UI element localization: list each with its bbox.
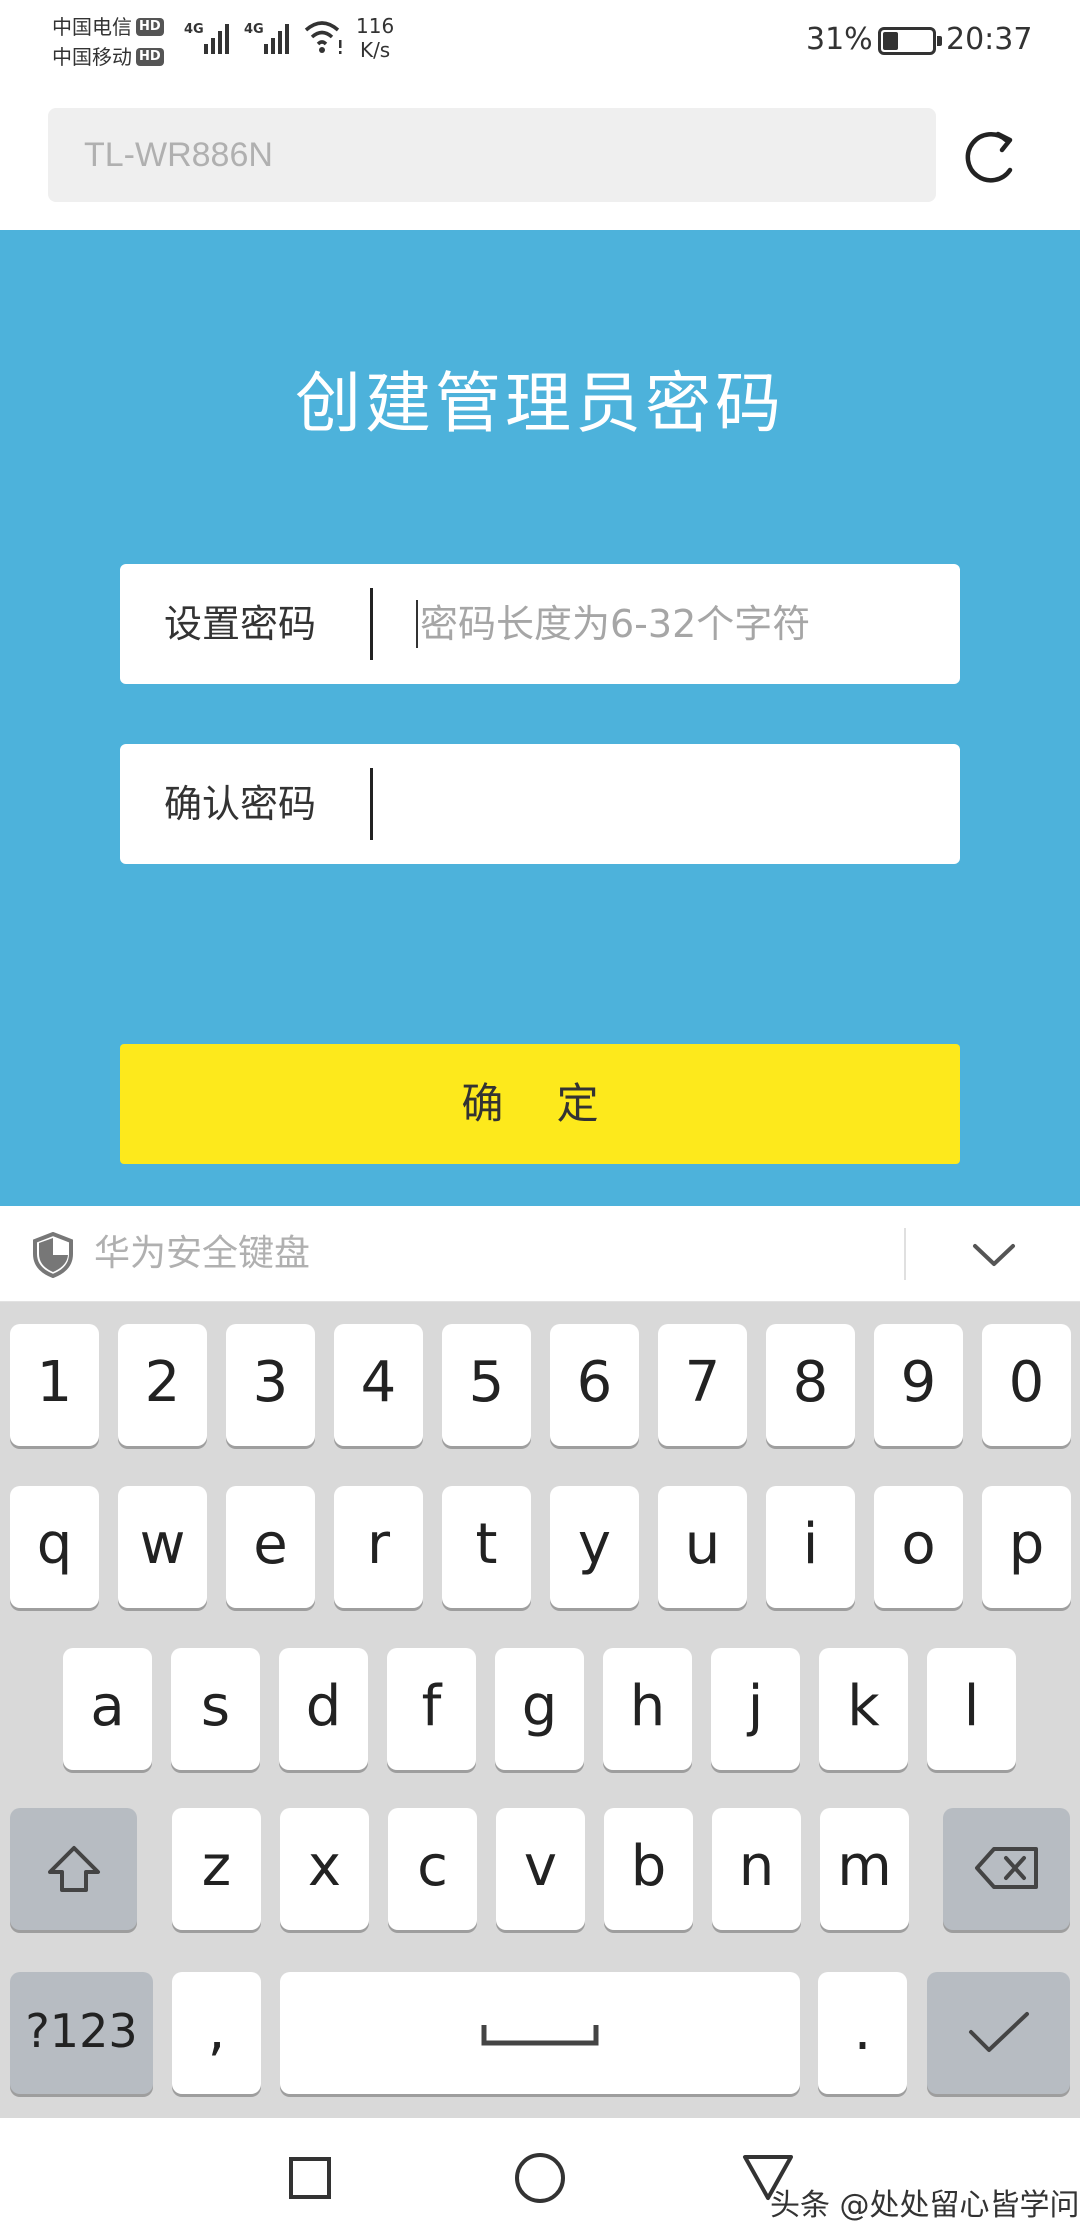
- key-j[interactable]: j: [711, 1648, 800, 1770]
- key-x[interactable]: x: [280, 1808, 369, 1930]
- battery-percent: 31%: [806, 22, 873, 57]
- key-q[interactable]: q: [10, 1486, 99, 1608]
- signal-icon: [204, 24, 229, 54]
- text-cursor: [416, 600, 418, 648]
- set-password-field[interactable]: 设置密码 密码长度为6-32个字符: [120, 564, 960, 684]
- key-z[interactable]: z: [172, 1808, 261, 1930]
- carrier-1: 中国电信: [52, 15, 132, 39]
- key-7[interactable]: 7: [658, 1324, 747, 1446]
- status-bar: 中国电信 HD 中国移动 HD 4G 4G 116 K/s 31% 20:37: [0, 0, 1080, 80]
- backspace-key[interactable]: [943, 1808, 1070, 1930]
- key-1[interactable]: 1: [10, 1324, 99, 1446]
- keyboard-name: 华为安全键盘: [94, 1233, 311, 1274]
- comma-key[interactable]: ,: [172, 1972, 261, 2094]
- clock: 20:37: [946, 22, 1033, 57]
- set-password-input[interactable]: 密码长度为6-32个字符: [420, 564, 810, 684]
- network-name-field[interactable]: TL-WR886N: [48, 108, 936, 202]
- carrier-2: 中国移动: [52, 45, 132, 69]
- key-h[interactable]: h: [603, 1648, 692, 1770]
- shield-icon: [33, 1232, 73, 1278]
- field-separator: [370, 588, 373, 660]
- wifi-icon: [304, 21, 342, 54]
- key-v[interactable]: v: [496, 1808, 585, 1930]
- shift-icon: [47, 1846, 100, 1892]
- refresh-icon[interactable]: [960, 126, 1022, 188]
- network-type-2: 4G: [244, 22, 264, 37]
- confirm-button[interactable]: 确 定: [120, 1044, 960, 1164]
- speed-value: 116: [356, 14, 395, 38]
- space-key[interactable]: [280, 1972, 800, 2094]
- key-2[interactable]: 2: [118, 1324, 207, 1446]
- key-3[interactable]: 3: [226, 1324, 315, 1446]
- shift-key[interactable]: [10, 1808, 137, 1930]
- divider: [904, 1228, 906, 1280]
- address-bar: TL-WR886N: [0, 80, 1080, 230]
- watermark: 头条 @处处留心皆学问: [770, 2188, 1080, 2223]
- field-separator: [370, 768, 373, 840]
- key-a[interactable]: a: [63, 1648, 152, 1770]
- enter-check-icon: [968, 2012, 1029, 2052]
- key-t[interactable]: t: [442, 1486, 531, 1608]
- key-e[interactable]: e: [226, 1486, 315, 1608]
- page-title: 创建管理员密码: [295, 365, 785, 442]
- battery-level: [883, 32, 898, 50]
- period-key[interactable]: .: [818, 1972, 907, 2094]
- recent-apps-icon[interactable]: [288, 2156, 332, 2200]
- network-type-1: 4G: [184, 22, 204, 37]
- key-o[interactable]: o: [874, 1486, 963, 1608]
- key-4[interactable]: 4: [334, 1324, 423, 1446]
- carrier-info: 中国电信 HD 中国移动 HD: [52, 12, 164, 72]
- key-k[interactable]: k: [819, 1648, 908, 1770]
- keyboard-header: 华为安全键盘: [0, 1206, 1080, 1302]
- key-i[interactable]: i: [766, 1486, 855, 1608]
- key-p[interactable]: p: [982, 1486, 1071, 1608]
- key-b[interactable]: b: [604, 1808, 693, 1930]
- backspace-icon: [974, 1847, 1038, 1889]
- key-0[interactable]: 0: [982, 1324, 1071, 1446]
- battery-icon: [878, 27, 942, 55]
- chevron-down-icon[interactable]: [972, 1242, 1016, 1268]
- key-8[interactable]: 8: [766, 1324, 855, 1446]
- key-6[interactable]: 6: [550, 1324, 639, 1446]
- confirm-password-field[interactable]: 确认密码: [120, 744, 960, 864]
- create-admin-password-page: 创建管理员密码 设置密码 密码长度为6-32个字符 确认密码 确 定: [0, 230, 1080, 1206]
- key-5[interactable]: 5: [442, 1324, 531, 1446]
- key-f[interactable]: f: [387, 1648, 476, 1770]
- key-9[interactable]: 9: [874, 1324, 963, 1446]
- network-speed: 116 K/s: [356, 14, 394, 62]
- key-n[interactable]: n: [712, 1808, 801, 1930]
- enter-key[interactable]: [927, 1972, 1070, 2094]
- symbols-key[interactable]: ?123: [10, 1972, 153, 2094]
- signal-icon: [264, 24, 289, 54]
- confirm-password-label: 确认密码: [164, 782, 317, 826]
- keyboard: ?123 , . 1234567890 qwertyuiop asdfghjkl zx…: [0, 1302, 1080, 2118]
- key-u[interactable]: u: [658, 1486, 747, 1608]
- key-r[interactable]: r: [334, 1486, 423, 1608]
- home-icon[interactable]: [514, 2152, 566, 2204]
- speed-unit: K/s: [359, 38, 391, 62]
- key-l[interactable]: l: [927, 1648, 1016, 1770]
- set-password-label: 设置密码: [164, 602, 317, 646]
- key-c[interactable]: c: [388, 1808, 477, 1930]
- hd-badge: HD: [136, 48, 164, 66]
- key-g[interactable]: g: [495, 1648, 584, 1770]
- key-y[interactable]: y: [550, 1486, 639, 1608]
- hd-badge: HD: [136, 18, 164, 36]
- key-d[interactable]: d: [279, 1648, 368, 1770]
- space-icon: [481, 2025, 599, 2046]
- key-w[interactable]: w: [118, 1486, 207, 1608]
- key-m[interactable]: m: [820, 1808, 909, 1930]
- key-s[interactable]: s: [171, 1648, 260, 1770]
